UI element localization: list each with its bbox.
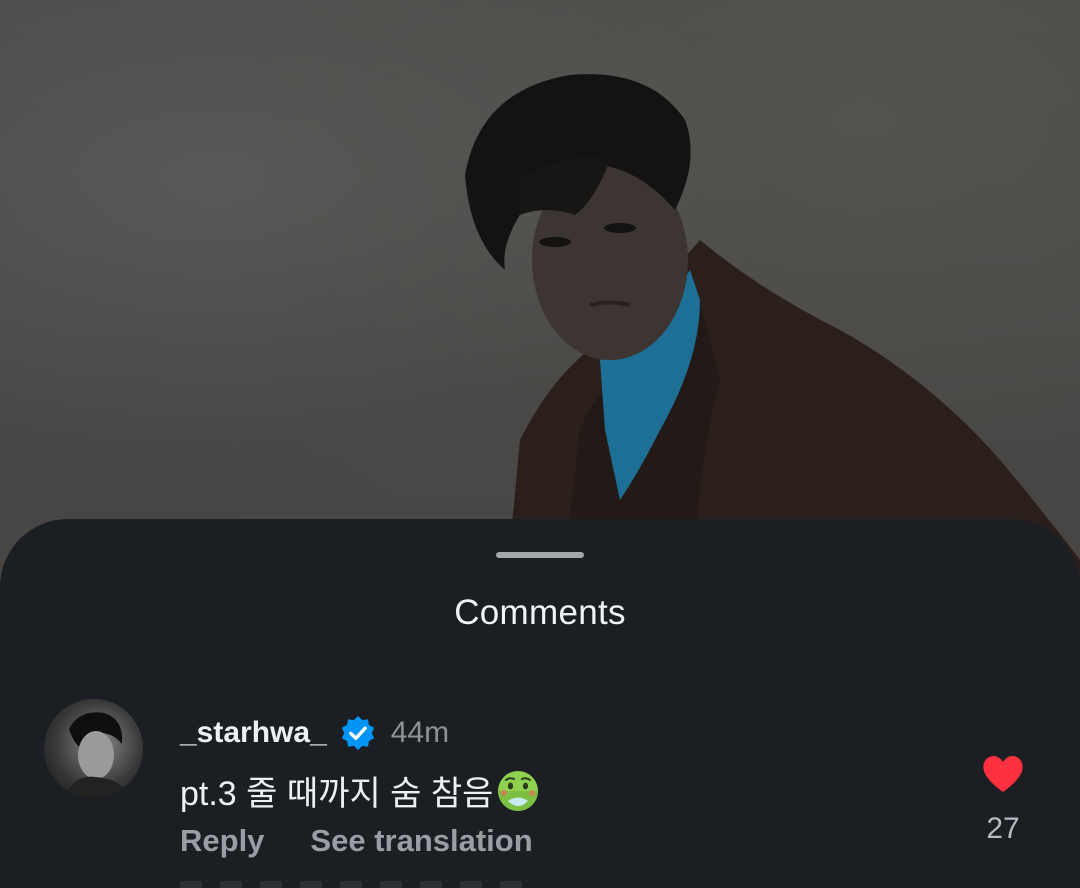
see-translation-button[interactable]: See translation — [310, 823, 532, 859]
post-photo — [0, 0, 1080, 600]
comment-text: pt.3 줄 때까지 숨 참음 — [180, 775, 494, 813]
like-count: 27 — [986, 812, 1020, 845]
next-comment-peek — [180, 881, 540, 888]
heart-icon[interactable] — [981, 754, 1025, 794]
comment-actions: Reply See translation — [180, 823, 533, 859]
avatar[interactable] — [44, 699, 143, 798]
comment-body: pt.3 줄 때까지 숨 참음 — [180, 766, 541, 815]
verified-badge-icon — [341, 715, 374, 751]
comment-header: _starhwa_ 44m — [180, 713, 449, 753]
nauseated-face-icon — [498, 770, 539, 811]
sheet-title: Comments — [454, 593, 626, 632]
like-control: 27 — [970, 754, 1036, 846]
comment-item: _starhwa_ 44m pt.3 줄 때까지 숨 참음 Reply See … — [0, 699, 1080, 859]
comments-sheet: Comments _starhwa_ 44m pt.3 줄 때까지 숨 참음 R… — [0, 519, 1080, 888]
username[interactable]: _starhwa_ — [180, 716, 327, 750]
reply-button[interactable]: Reply — [180, 823, 264, 859]
drag-handle[interactable] — [496, 552, 584, 558]
comment-timestamp: 44m — [390, 716, 450, 749]
screen: Comments _starhwa_ 44m pt.3 줄 때까지 숨 참음 R… — [0, 0, 1080, 888]
